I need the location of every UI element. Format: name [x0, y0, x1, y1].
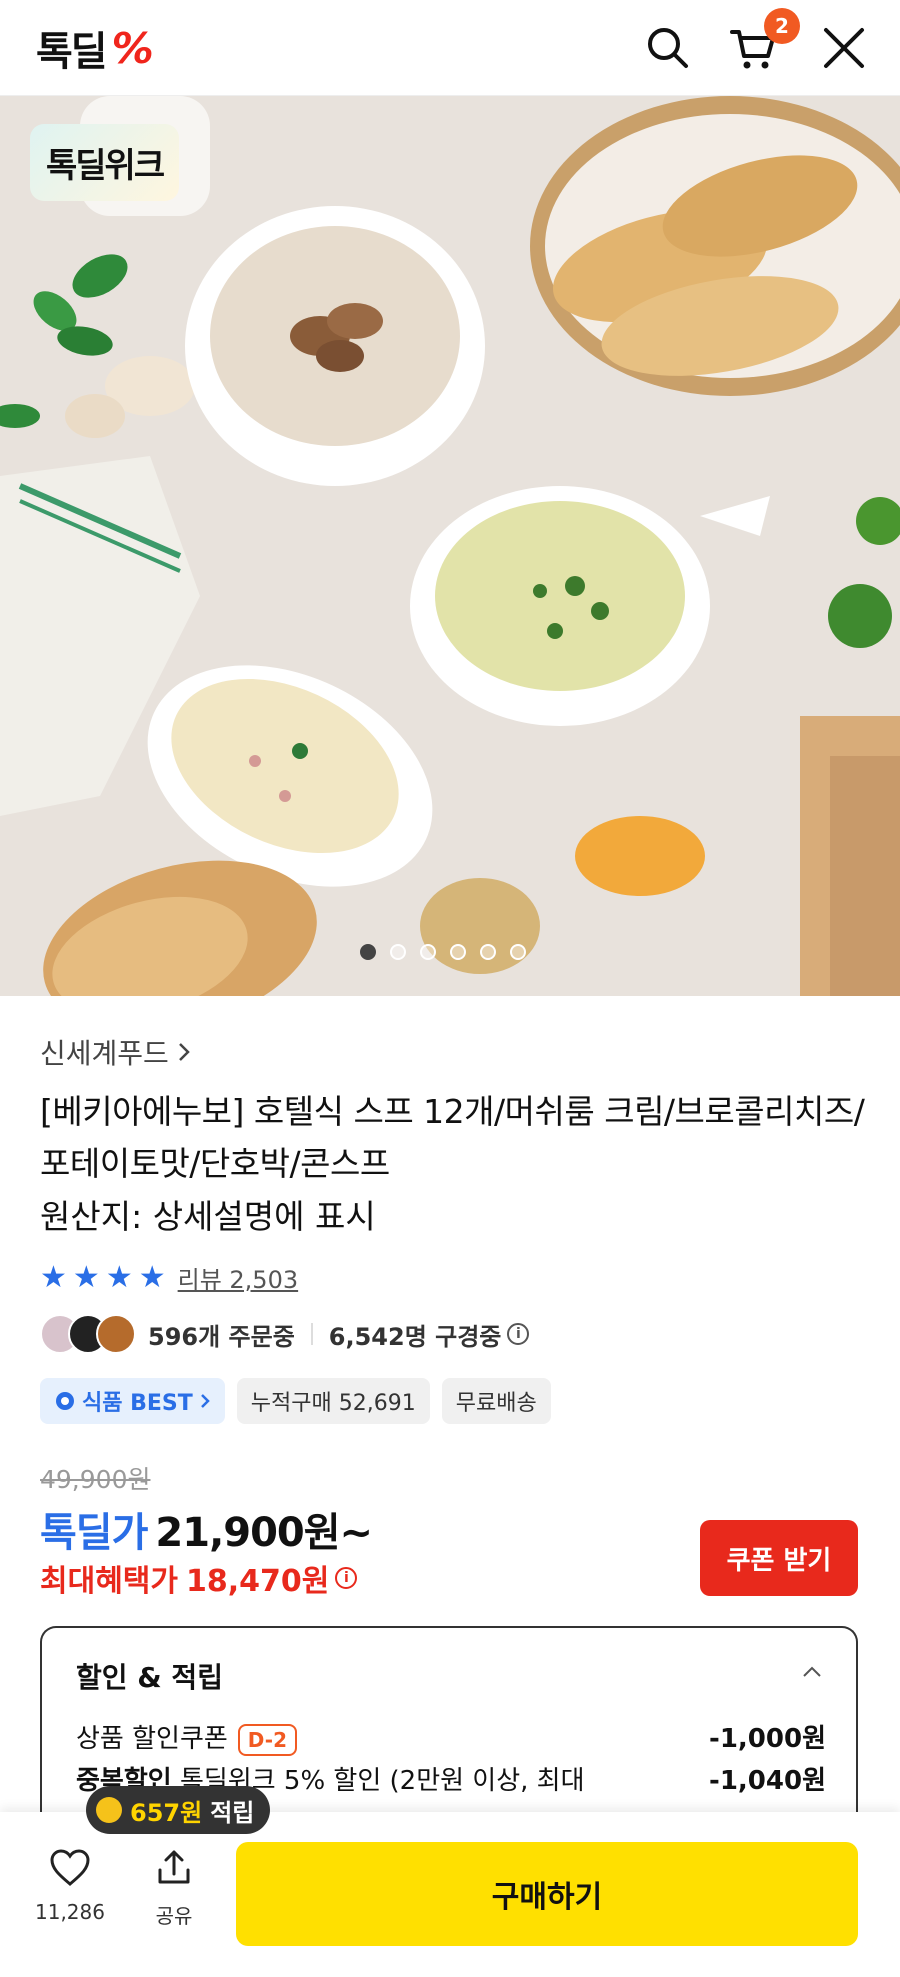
product-image-carousel[interactable]: 톡딜위크	[0, 96, 900, 996]
discount-row-label: 상품 할인쿠폰 D-2	[76, 1718, 297, 1756]
deal-price: 21,900원~	[155, 1510, 373, 1556]
deal-price-label: 톡딜가	[40, 1510, 148, 1556]
social-proof: 596개 주문중 6,542명 구경중 i	[40, 1314, 530, 1354]
logo-text: 톡딜	[36, 29, 108, 75]
carousel-indicator	[360, 944, 526, 960]
dday-badge: D-2	[237, 1724, 297, 1756]
share-button[interactable]: 공유	[134, 1848, 214, 1929]
like-button[interactable]: 11,286	[30, 1848, 110, 1924]
search-icon[interactable]	[642, 22, 694, 74]
deal-week-badge: 톡딜위크	[30, 124, 180, 201]
star-icon: ★	[138, 1259, 166, 1295]
free-shipping-tag: 무료배송	[441, 1378, 551, 1424]
review-link[interactable]: 리뷰 2,503	[178, 1260, 299, 1295]
divider	[310, 1323, 313, 1345]
app-header: 톡딜 % 2	[0, 0, 900, 96]
star-icon: ★	[105, 1259, 133, 1295]
viewer-count: 6,542명 구경중	[328, 1322, 502, 1351]
product-tags: 식품 BEST 누적구매 52,691 무료배송	[40, 1378, 551, 1424]
points-amount: 657원	[130, 1798, 203, 1827]
star-icon: ★	[40, 1259, 67, 1295]
star-icon: ★	[72, 1259, 100, 1295]
max-benefit-label: 최대혜택가	[40, 1564, 178, 1599]
cart-count-badge: 2	[764, 8, 800, 44]
product-title: [베키아에누보] 호텔식 스프 12개/머쉬룸 크림/브로콜리치즈/포테이토맛/…	[40, 1092, 865, 1183]
share-icon	[158, 1850, 190, 1884]
product-photo	[0, 96, 900, 996]
brand-name: 신세계푸드	[40, 1037, 169, 1070]
buyer-avatars	[40, 1314, 136, 1354]
coupon-label: 상품 할인쿠폰	[76, 1724, 228, 1754]
best-tag[interactable]: 식품 BEST	[40, 1378, 225, 1424]
discount-title: 할인 & 적립	[76, 1661, 223, 1694]
points-tooltip: 657원 적립	[86, 1786, 271, 1834]
heart-icon	[50, 1849, 90, 1886]
carousel-dot[interactable]	[360, 944, 376, 960]
max-benefit-row: 최대혜택가 18,470원 i	[40, 1556, 358, 1600]
carousel-dot[interactable]	[450, 944, 466, 960]
carousel-dot[interactable]	[480, 944, 496, 960]
coin-icon	[96, 1797, 122, 1823]
discount-amount: -1,000원	[709, 1724, 826, 1754]
points-label: 적립	[210, 1798, 255, 1827]
chevron-up-icon[interactable]	[802, 1662, 822, 1682]
order-count: 596개 주문중	[148, 1322, 295, 1351]
carousel-dot[interactable]	[390, 944, 406, 960]
info-icon[interactable]: i	[507, 1323, 530, 1345]
product-origin: 원산지: 상세설명에 표시	[40, 1197, 376, 1236]
carousel-dot[interactable]	[420, 944, 436, 960]
logo-mark: %	[111, 23, 154, 73]
info-icon[interactable]: i	[335, 1567, 358, 1589]
avatar	[96, 1314, 136, 1354]
carousel-dot[interactable]	[510, 944, 526, 960]
chevron-right-icon	[200, 1394, 210, 1408]
chevron-right-icon	[178, 1043, 190, 1061]
discount-amount: -1,040원	[709, 1766, 826, 1796]
like-count: 11,286	[35, 1900, 105, 1924]
discount-row: 상품 할인쿠폰 D-2 -1,000원	[76, 1718, 826, 1756]
max-benefit-price: 18,470원	[186, 1564, 330, 1599]
original-price: 49,900원	[40, 1465, 151, 1494]
share-label: 공유	[155, 1904, 193, 1928]
deal-price-row: 톡딜가 21,900원~	[40, 1500, 373, 1558]
rating-row: ★ ★ ★ ★ 리뷰 2,503	[40, 1260, 298, 1295]
badge-icon	[56, 1392, 74, 1410]
best-tag-label: 식품 BEST	[82, 1391, 193, 1416]
logo[interactable]: 톡딜 %	[36, 22, 154, 76]
cumulative-purchase-tag: 누적구매 52,691	[236, 1378, 430, 1424]
close-icon[interactable]	[818, 22, 870, 74]
coupon-button[interactable]: 쿠폰 받기	[700, 1520, 858, 1596]
bottom-action-bar: 11,286 공유 구매하기	[0, 1812, 900, 1977]
buy-button[interactable]: 구매하기	[236, 1842, 858, 1946]
brand-link[interactable]: 신세계푸드	[40, 1032, 193, 1072]
